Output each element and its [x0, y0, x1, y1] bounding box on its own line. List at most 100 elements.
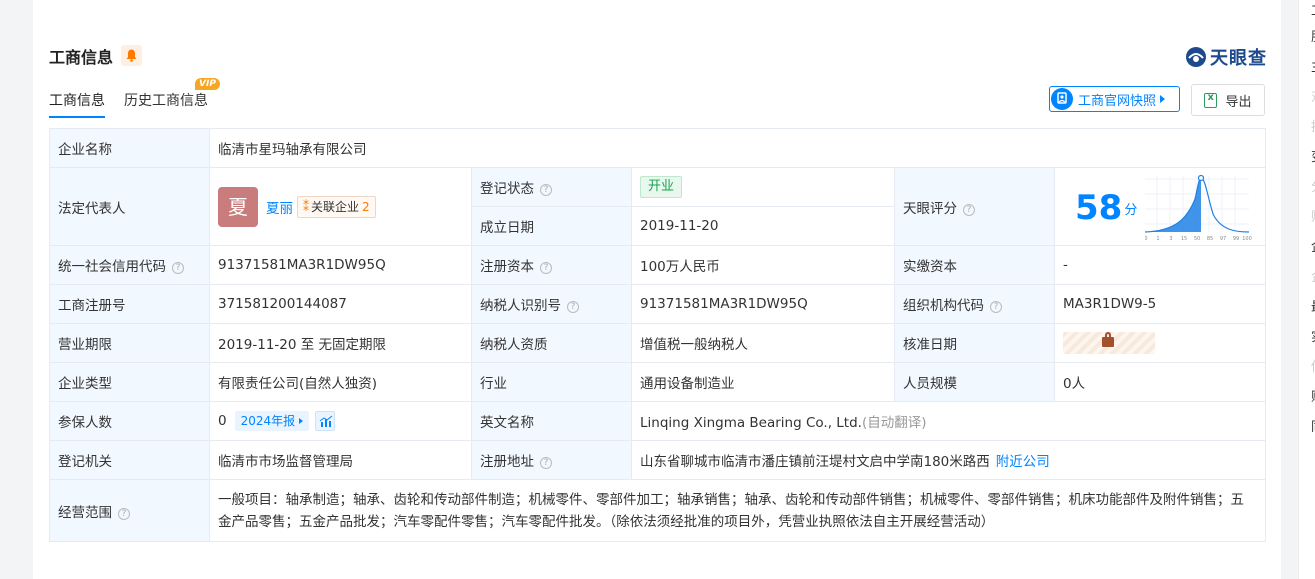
taxpayer-qual-label: 纳税人资质 — [471, 323, 632, 363]
business-info-table: 企业名称 临清市星玛轴承有限公司 法定代表人 夏夏丽 ⁑ 关联企业 2 登记状态? 开… — [49, 128, 1267, 542]
term-label: 营业期限 — [49, 323, 210, 363]
table-row: 登记机关 临清市市场监督管理局 注册地址? 山东省聊城市临清市潘庄镇前汪堤村文启… — [49, 440, 1267, 480]
score-cell[interactable]: 58分 0 1 3 15 50 85 — [1053, 167, 1267, 246]
address-label: 注册地址 — [480, 454, 534, 470]
export-button[interactable]: 导出 — [1191, 84, 1265, 116]
section-title: 工商信息 — [49, 48, 114, 67]
help-icon[interactable]: ? — [540, 457, 552, 469]
official-snapshot-button[interactable]: 工商官网快照 — [1049, 86, 1180, 112]
type: 有限责任公司(自然人独资) — [209, 362, 472, 402]
taxpayer-id: 91371581MA3R1DW95Q — [631, 284, 895, 324]
caret-right-icon — [1160, 95, 1166, 103]
sidebar-item[interactable]: 财 — [1311, 206, 1315, 225]
chart-tick-label: 3 — [1169, 236, 1172, 242]
reg-status-cell: 开业 — [631, 167, 895, 207]
en-name: Linqing Xingma Bearing Co., Ltd. — [640, 415, 862, 431]
company-name-label: 企业名称 — [49, 128, 210, 168]
nearby-companies-link[interactable]: 附近公司 — [996, 454, 1050, 470]
chart-tick-label: 50 — [1194, 236, 1200, 242]
type-label: 企业类型 — [49, 362, 210, 402]
staff-label: 人员规模 — [894, 362, 1055, 402]
sidebar-item[interactable]: 购 — [1311, 386, 1315, 405]
org-code-label-cell: 组织机构代码? — [894, 284, 1055, 324]
approve-date-label: 核准日期 — [894, 323, 1055, 363]
related-label: 关联企业 — [311, 199, 360, 214]
sidebar-item[interactable]: 最 — [1311, 296, 1315, 315]
sidebar-item[interactable]: 分 — [1311, 176, 1315, 195]
score-unit: 分 — [1124, 202, 1138, 218]
chart-tick-label: 97 — [1220, 236, 1226, 242]
company-name: 临清市星玛轴承有限公司 — [208, 128, 1267, 168]
reg-status-label: 登记状态 — [480, 181, 534, 197]
auto-translate-note: (自动翻译) — [861, 415, 927, 431]
help-icon[interactable]: ? — [567, 301, 579, 313]
sidebar-item[interactable]: 企 — [1311, 236, 1315, 255]
locked-value[interactable] — [1063, 332, 1155, 354]
authority-label: 登记机关 — [49, 440, 210, 480]
org-code: MA3R1DW9-5 — [1053, 284, 1267, 324]
insured-year-tag[interactable]: 2024年报 — [234, 411, 310, 431]
business-scope: 一般项目：轴承制造；轴承、齿轮和传动部件制造；机械零件、零部件加工；轴承销售；轴… — [208, 479, 1267, 542]
taxpayer-id-label-cell: 纳税人识别号? — [471, 284, 632, 324]
help-icon[interactable]: ? — [963, 203, 975, 216]
sidebar-item[interactable]: 主 — [1311, 56, 1315, 75]
excel-icon — [1204, 92, 1218, 108]
insured-year: 2024年报 — [240, 414, 296, 428]
found-date-label: 成立日期 — [471, 206, 632, 246]
sidebar-item[interactable]: 股 — [1311, 26, 1315, 45]
score-value: 58 — [1075, 188, 1123, 228]
table-row: 营业期限 2019-11-20 至 无固定期限 纳税人资质 增值税一般纳税人 核… — [49, 323, 1267, 363]
vip-badge: VIP — [195, 78, 220, 90]
chart-tick-label: 1 — [1156, 236, 1159, 242]
found-date: 2019-11-20 — [631, 206, 895, 246]
sidebar-item[interactable]: 供 — [1311, 356, 1315, 375]
sidebar-item[interactable]: 同 — [1311, 416, 1315, 435]
paid-capital-label: 实缴资本 — [894, 245, 1055, 285]
bell-icon[interactable] — [121, 45, 142, 66]
trend-chart-icon[interactable] — [315, 411, 336, 431]
industry-label: 行业 — [471, 362, 632, 402]
address-label-cell: 注册地址? — [471, 440, 632, 480]
reg-capital-label-cell: 注册资本? — [471, 245, 632, 285]
related-companies-tag[interactable]: ⁑ 关联企业 2 — [297, 195, 376, 218]
chart-tick-label: 15 — [1181, 236, 1187, 242]
reg-capital: 100万人民币 — [631, 245, 895, 285]
tab-business-info[interactable]: 工商信息 — [49, 90, 105, 110]
brand-logo: 天眼查 — [1185, 44, 1267, 70]
sidebar-item[interactable]: 工 — [1311, 0, 1315, 19]
brand-name: 天眼查 — [1210, 48, 1267, 69]
sidebar-item[interactable]: 对 — [1311, 86, 1315, 105]
sidebar-item[interactable]: 变 — [1311, 146, 1315, 165]
sidebar-item[interactable]: 实 — [1311, 326, 1315, 345]
caret-right-icon — [299, 418, 304, 424]
credit-code-label: 统一社会信用代码 — [58, 259, 166, 275]
avatar[interactable]: 夏 — [218, 186, 258, 227]
approve-date-cell — [1053, 323, 1267, 363]
help-icon[interactable]: ? — [990, 301, 1002, 313]
credit-code: 91371581MA3R1DW95Q — [209, 245, 472, 285]
legal-rep-name-link[interactable]: 夏丽 — [266, 201, 293, 217]
sidebar-item[interactable]: 控 — [1311, 116, 1315, 135]
table-row: 统一社会信用代码? 91371581MA3R1DW95Q 注册资本? 100万人… — [49, 245, 1267, 285]
insured-count: 0 — [218, 413, 227, 429]
reg-no-label: 工商注册号 — [49, 284, 210, 324]
right-sidebar: 工 股 主 对 控 变 分 财 企 企 最 实 供 购 同 — [1298, 0, 1315, 579]
help-icon[interactable]: ? — [540, 184, 552, 196]
en-name-cell: Linqing Xingma Bearing Co., Ltd.(自动翻译) — [630, 401, 1267, 441]
help-icon[interactable]: ? — [118, 507, 130, 520]
tianyancha-eye-icon — [1186, 47, 1206, 67]
help-icon[interactable]: ? — [172, 262, 184, 274]
status-badge: 开业 — [640, 176, 683, 198]
table-row: 经营范围? 一般项目：轴承制造；轴承、齿轮和传动部件制造；机械零件、零部件加工；… — [49, 479, 1267, 542]
chart-tick-label: 85 — [1207, 236, 1213, 242]
taxpayer-qual: 增值税一般纳税人 — [631, 323, 895, 363]
related-count: 2 — [362, 199, 370, 214]
tab-history-business-info[interactable]: 历史工商信息 — [124, 90, 208, 110]
lock-icon — [1102, 332, 1114, 347]
paid-capital: - — [1053, 245, 1267, 285]
help-icon[interactable]: ? — [540, 262, 552, 274]
table-row: 法定代表人 夏夏丽 ⁑ 关联企业 2 登记状态? 开业 天眼评分? 58 分 1… — [49, 167, 1267, 246]
business-info-card: 工商信息 天眼查 工商信息 历史工商信息 VIP 工商官网快照 导出 企业名称 … — [33, 0, 1281, 579]
sidebar-item[interactable]: 企 — [1311, 266, 1315, 285]
scope-label-cell: 经营范围? — [49, 479, 210, 542]
